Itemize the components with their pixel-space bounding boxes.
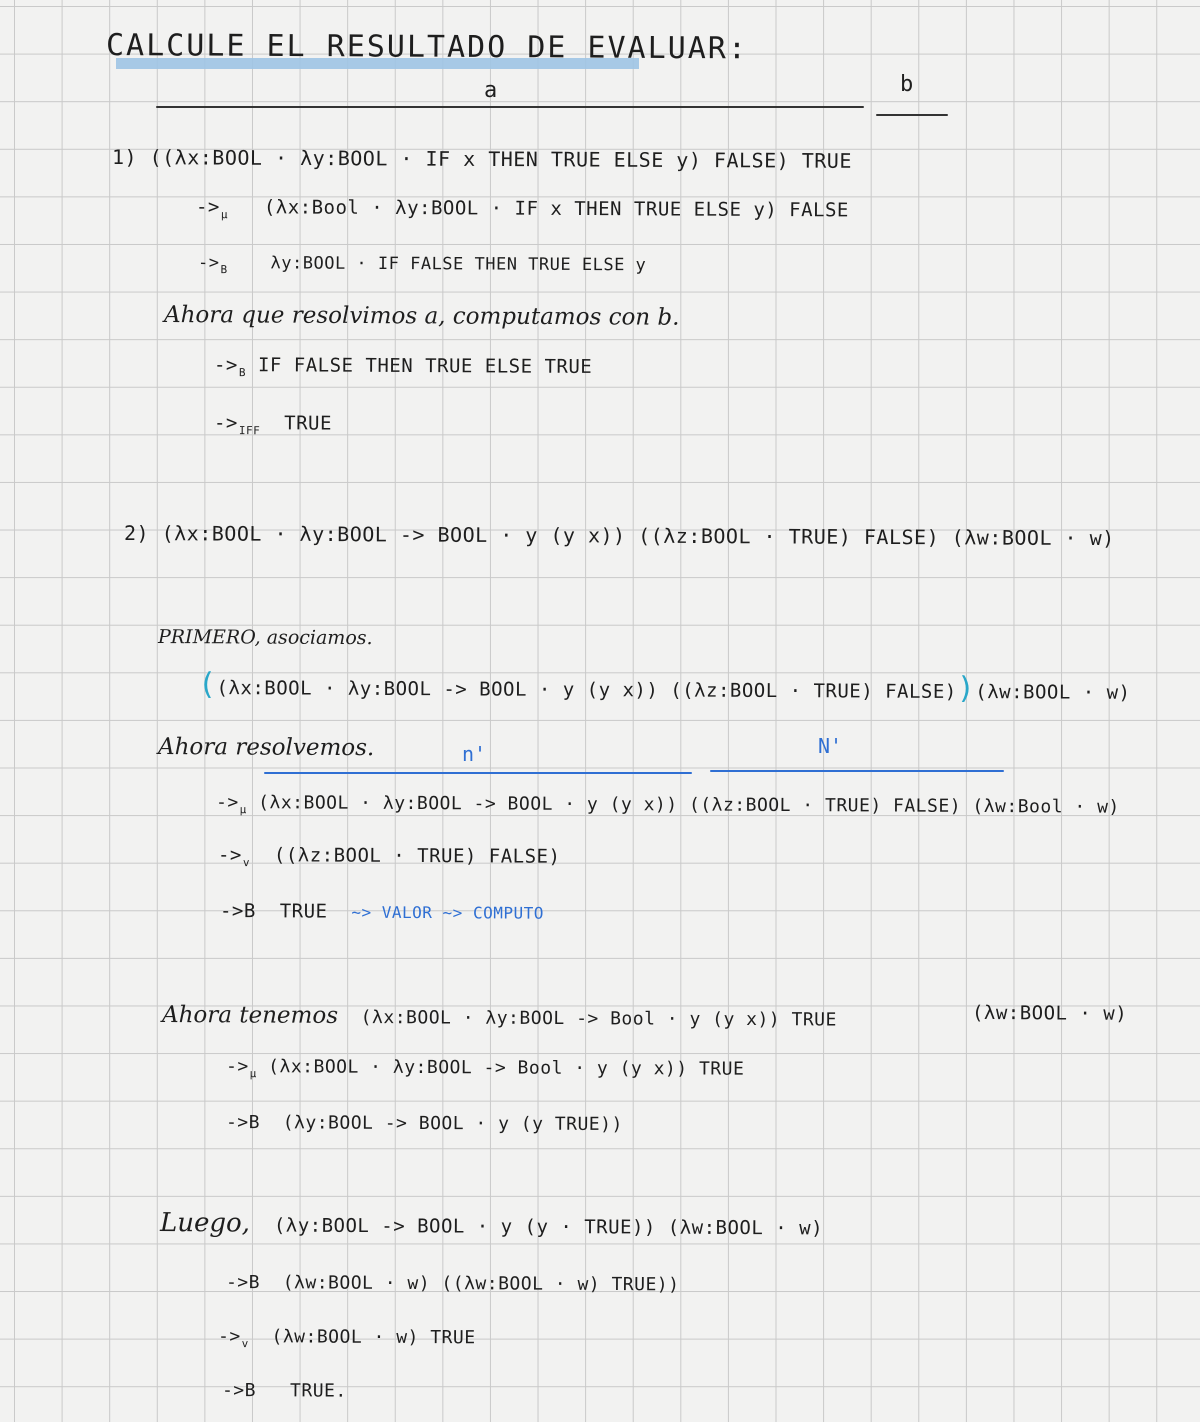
ex1-step2: ->B λy:BOOL · IF FALSE THEN TRUE ELSE y — [198, 250, 646, 285]
ex2-expression: 2) (λx:BOOL · λy:BOOL -> BOOL · y (y x))… — [123, 521, 1115, 551]
ex2-l-step2: ->v (λw:BOOL · w) TRUE — [218, 1324, 476, 1358]
arrow-glyph: -> — [213, 412, 238, 435]
rule-label: B — [248, 1112, 261, 1134]
step-expression: (λw:BOOL · w) TRUE — [271, 1326, 476, 1349]
ex2-l-step3: ->B TRUE. — [222, 1378, 347, 1405]
step-expression: TRUE — [284, 412, 332, 435]
step-expression: IF FALSE THEN TRUE ELSE TRUE — [257, 354, 593, 378]
rule-label: μ — [220, 208, 229, 222]
ex2-step1: ->μ (λx:BOOL · λy:BOOL -> BOOL · y (y x)… — [216, 790, 1120, 828]
ex2-resolve-note: Ahora resolvemos. — [157, 734, 375, 762]
rule-label: B — [238, 366, 247, 380]
rule-label: B — [244, 1380, 257, 1402]
ex2-step2: ->v ((λz:BOOL · TRUE) FALSE) — [218, 842, 561, 878]
label-b: b — [900, 72, 914, 97]
step-expression: TRUE. — [289, 1380, 347, 1402]
arrow-glyph: -> — [225, 1272, 249, 1294]
label-n2: N' — [818, 734, 843, 758]
ex2-luego: Luego, (λy:BOOL -> BOOL · y (y · TRUE)) … — [159, 1208, 824, 1241]
step-expression: λy:BOOL · IF FALSE THEN TRUE ELSE y — [270, 253, 647, 276]
rule-label: μ — [249, 1067, 257, 1081]
tenemos-note: Ahora tenemos — [161, 1002, 339, 1029]
arrow-glyph: -> — [215, 792, 239, 814]
brace-n1 — [264, 772, 692, 774]
step-expression: ((λz:BOOL · TRUE) FALSE) — [273, 844, 561, 868]
ex2-t-step1: ->μ (λx:BOOL · λy:BOOL -> Bool · y (y x)… — [226, 1054, 744, 1090]
ex2-tenemos: Ahora tenemos (λx:BOOL · λy:BOOL -> Bool… — [162, 1002, 837, 1034]
arrow-glyph: -> — [195, 196, 220, 219]
ex2-association: ((λx:BOOL · λy:BOOL -> BOOL · y (y x)) (… — [198, 667, 1131, 707]
ex2-t-step2: ->B (λy:BOOL -> BOOL · y (y TRUE)) — [226, 1110, 623, 1138]
rule-label: B — [220, 263, 228, 277]
arrow-glyph: -> — [197, 253, 220, 274]
rule-label: v — [241, 1337, 249, 1351]
step-expression: (λx:Bool · λy:BOOL · IF x THEN TRUE ELSE… — [263, 196, 849, 222]
ex2-step3: ->B TRUE ~> VALOR ~> COMPUTO — [220, 898, 544, 927]
ex1-step1: ->μ (λx:Bool · λy:BOOL · IF x THEN TRUE … — [196, 194, 849, 231]
arrow-glyph: -> — [217, 1326, 241, 1348]
assoc-tail: (λw:BOOL · w) — [975, 681, 1131, 704]
tenemos-tail: (λw:BOOL · w) — [971, 1002, 1128, 1025]
brace-b — [876, 114, 948, 116]
ex1-step4: ->IFF TRUE — [214, 410, 332, 445]
assoc-open-paren: ( — [197, 667, 217, 703]
label-a: a — [484, 78, 498, 103]
page-title: CALCULE EL RESULTADO DE EVALUAR: — [105, 28, 749, 67]
assoc-close-paren: ) — [956, 670, 976, 707]
arrow-glyph: -> — [225, 1056, 249, 1078]
assoc-middle: (λx:BOOL · λy:BOOL -> BOOL · y (y x)) ((… — [216, 677, 957, 703]
rule-label: IFF — [238, 424, 261, 438]
luego-note: Luego, — [159, 1208, 251, 1239]
arrow-glyph: -> — [219, 900, 244, 923]
tenemos-expression: (λx:BOOL · λy:BOOL -> Bool · y (y x)) TR… — [360, 1007, 837, 1031]
step-expression: (λx:BOOL · λy:BOOL -> BOOL · y (y x)) ((… — [258, 792, 1120, 818]
notebook-page: { "title": "CALCULE EL RESULTADO DE EVAL… — [0, 0, 1200, 1422]
rule-label: v — [242, 856, 251, 870]
ex2-first-note: PRIMERO, asociamos. — [157, 626, 373, 650]
value-note: ~> VALOR ~> COMPUTO — [351, 902, 544, 923]
step-expression: (λx:BOOL · λy:BOOL -> Bool · y (y x)) TR… — [268, 1056, 745, 1080]
step-expression: (λw:BOOL · w) ((λw:BOOL · w) TRUE)) — [282, 1272, 680, 1296]
ex1-expression: 1) ((λx:BOOL · λy:BOOL · IF x THEN TRUE … — [111, 145, 852, 173]
rule-label: B — [248, 1272, 261, 1294]
brace-n2 — [710, 770, 1004, 772]
ex1-step3: ->B IF FALSE THEN TRUE ELSE TRUE — [214, 352, 592, 388]
ex1-note: Ahora que resolvimos a, computamos con b… — [163, 302, 680, 331]
arrow-glyph: -> — [225, 1112, 249, 1134]
rule-label: B — [243, 900, 256, 923]
arrow-glyph: -> — [221, 1380, 245, 1402]
arrow-glyph: -> — [213, 354, 238, 377]
ex2-l-step1: ->B (λw:BOOL · w) ((λw:BOOL · w) TRUE)) — [226, 1270, 680, 1298]
luego-expression: (λy:BOOL -> BOOL · y (y · TRUE)) (λw:BOO… — [273, 1214, 824, 1240]
step-expression: TRUE — [279, 900, 328, 923]
label-n1: n' — [462, 742, 487, 766]
brace-a — [156, 106, 864, 108]
arrow-glyph: -> — [217, 844, 242, 867]
rule-label: μ — [239, 803, 247, 817]
step-expression: (λy:BOOL -> BOOL · y (y TRUE)) — [282, 1112, 623, 1136]
